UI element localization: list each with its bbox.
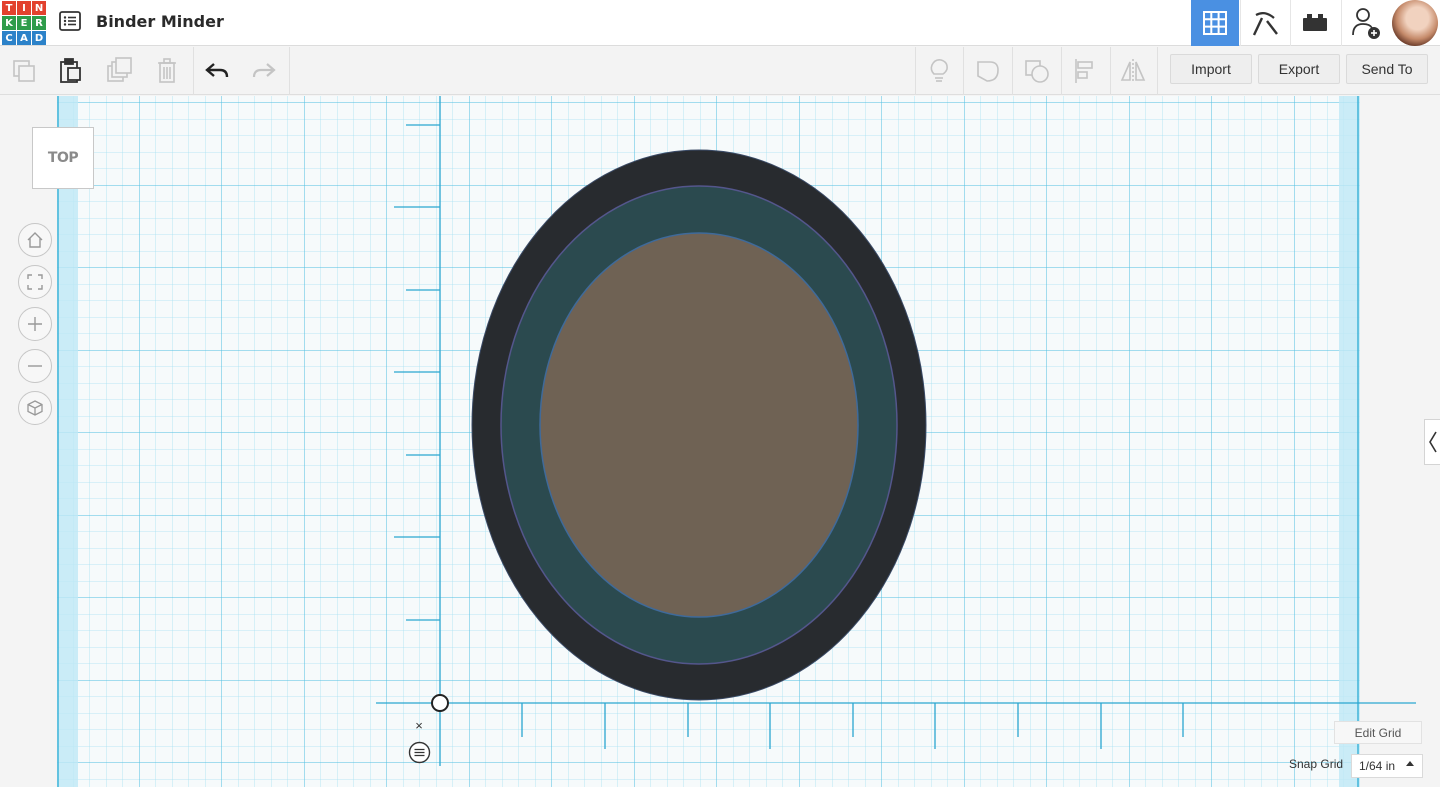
ungroup-icon[interactable] [1021, 55, 1053, 87]
logo-letter: K [2, 16, 16, 30]
top-bar: T I N K E R C A D Binder Minder [0, 0, 1440, 46]
zoom-out-button[interactable] [18, 349, 52, 383]
bricks-tab[interactable] [1290, 0, 1338, 46]
logo-letter: C [2, 31, 16, 45]
design-list-icon[interactable] [58, 9, 82, 33]
home-view-button[interactable] [18, 223, 52, 257]
delete-icon[interactable] [151, 55, 183, 87]
snap-grid-select[interactable]: 1/64 in [1351, 754, 1423, 778]
zoom-in-icon [28, 317, 42, 331]
binder-ring-shape [471, 149, 927, 701]
send-to-button[interactable]: Send To [1346, 54, 1428, 84]
undo-icon[interactable] [201, 55, 233, 87]
add-user-icon [1351, 8, 1380, 39]
design-title[interactable]: Binder Minder [96, 12, 224, 31]
chevron-left-icon [1428, 431, 1437, 453]
fit-view-button[interactable] [18, 265, 52, 299]
tinkercad-editor: T I N K E R C A D Binder Minder Import E… [0, 0, 1440, 787]
redo-icon[interactable] [248, 55, 280, 87]
codeblocks-tab[interactable] [1240, 0, 1288, 46]
edit-toolbar: Import Export Send To [0, 47, 1440, 95]
lightbulb-icon[interactable] [923, 55, 955, 87]
logo-letter: D [32, 31, 46, 45]
copy-icon[interactable] [8, 55, 40, 87]
mirror-icon[interactable] [1117, 55, 1149, 87]
ruler-origin [431, 694, 449, 712]
workplane-grid[interactable] [0, 96, 1440, 787]
zoom-in-button[interactable] [18, 307, 52, 341]
ruler-menu-button[interactable] [408, 741, 431, 764]
paste-icon[interactable] [54, 55, 86, 87]
logo-letter: R [32, 16, 46, 30]
import-button[interactable]: Import [1170, 54, 1252, 84]
menu-icon [408, 741, 431, 764]
duplicate-icon[interactable] [103, 55, 135, 87]
3d-grid-icon [1203, 11, 1227, 35]
zoom-out-icon [28, 365, 42, 367]
user-avatar[interactable] [1392, 0, 1438, 46]
inner-fill [539, 232, 859, 618]
tinkercad-logo[interactable]: T I N K E R C A D [2, 1, 46, 45]
home-icon [27, 232, 43, 248]
workplane[interactable]: TOP × Edit Grid Snap Grid 1/64 in [0, 96, 1440, 787]
pickaxe-icon [1252, 11, 1278, 36]
snap-grid-label: Snap Grid [1289, 757, 1344, 771]
group-icon[interactable] [972, 55, 1004, 87]
edit-grid-button[interactable]: Edit Grid [1334, 721, 1422, 744]
view-cube[interactable]: TOP [32, 127, 94, 189]
logo-letter: I [17, 1, 31, 15]
bricks-icon [1302, 14, 1327, 31]
caret-up-icon [1406, 761, 1414, 766]
invite-user-tab[interactable] [1341, 0, 1389, 46]
ortho-cube-icon [27, 400, 43, 416]
logo-letter: N [32, 1, 46, 15]
logo-letter: T [2, 1, 16, 15]
logo-letter: E [17, 16, 31, 30]
3d-design-tab[interactable] [1191, 0, 1239, 46]
ruler-close-button[interactable]: × [410, 716, 428, 734]
snap-grid-value: 1/64 in [1359, 759, 1396, 773]
fit-view-icon [27, 274, 43, 290]
ortho-view-button[interactable] [18, 391, 52, 425]
logo-letter: A [17, 31, 31, 45]
align-icon[interactable] [1070, 55, 1102, 87]
panel-toggle-button[interactable] [1424, 419, 1440, 465]
export-button[interactable]: Export [1258, 54, 1340, 84]
